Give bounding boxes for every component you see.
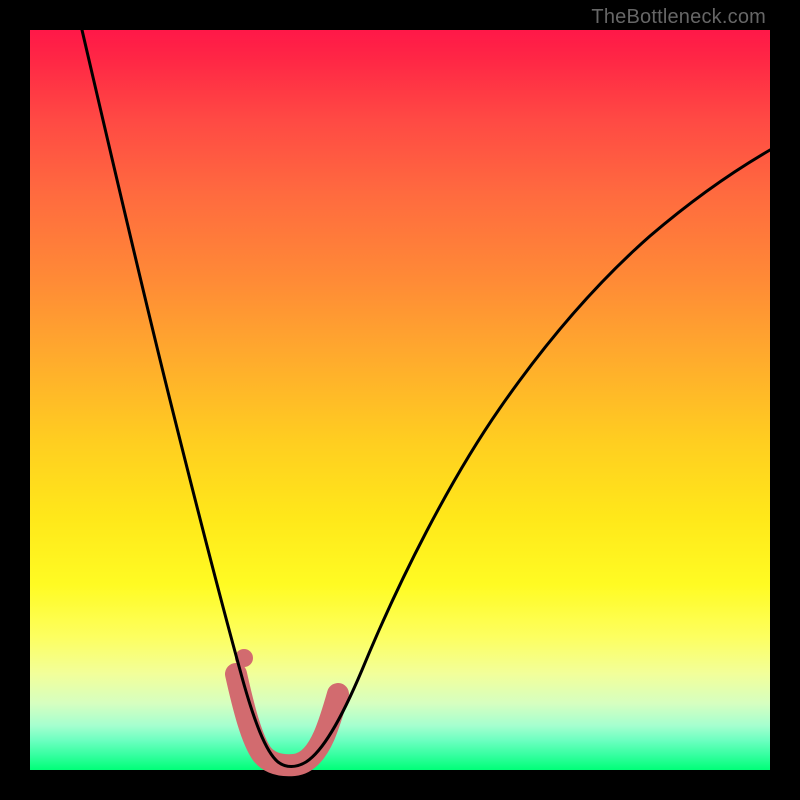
bottleneck-curve-path <box>82 30 770 767</box>
watermark-text: TheBottleneck.com <box>591 6 766 29</box>
highlight-band-path <box>236 674 338 765</box>
plot-frame <box>30 30 770 770</box>
plot-svg <box>30 30 770 770</box>
